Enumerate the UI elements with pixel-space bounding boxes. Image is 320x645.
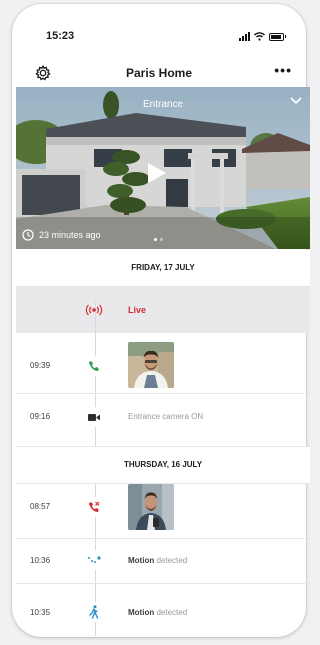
- day-header: FRIDAY, 17 JULY: [16, 250, 310, 287]
- event-row[interactable]: 08:57: [16, 484, 310, 532]
- event-type: Motion: [128, 608, 155, 617]
- event-type: Motion: [128, 556, 155, 565]
- visitor-snapshot[interactable]: [128, 484, 174, 530]
- row-divider: [16, 583, 310, 584]
- row-divider: [16, 538, 310, 539]
- last-activity: 23 minutes ago: [22, 229, 101, 241]
- event-row[interactable]: 09:39: [16, 340, 310, 390]
- phone-call-icon: [84, 356, 104, 376]
- live-label: Live: [128, 305, 147, 315]
- event-time: 08:57: [30, 502, 51, 511]
- missed-call-icon: [84, 497, 104, 517]
- carousel-dot: [160, 238, 163, 241]
- event-row[interactable]: 09:16 Entrance camera ON: [16, 405, 310, 429]
- home-title: Paris Home: [125, 66, 193, 80]
- event-time: 09:16: [30, 412, 51, 421]
- event-time: 10:36: [30, 556, 51, 565]
- event-text: Motion detected: [128, 556, 187, 565]
- wifi-icon: [254, 32, 265, 41]
- event-row[interactable]: 10:35 Motion detected: [16, 601, 310, 623]
- live-item[interactable]: Live: [16, 300, 310, 320]
- time-ago: 23 minutes ago: [39, 230, 101, 240]
- live-broadcast-icon: [84, 300, 104, 320]
- carousel-dots: [154, 238, 163, 241]
- video-camera-icon: [84, 407, 104, 427]
- camera-preview[interactable]: Entrance 23 minutes ago: [16, 87, 310, 249]
- event-time: 10:35: [30, 608, 51, 617]
- play-icon[interactable]: [146, 161, 168, 185]
- event-row[interactable]: 10:36 Motion detected: [16, 549, 310, 571]
- more-dots-icon[interactable]: •••: [274, 62, 292, 78]
- event-detail: detected: [156, 608, 188, 617]
- row-divider: [16, 393, 310, 394]
- event-text: Entrance camera ON: [128, 412, 204, 421]
- camera-name: Entrance: [142, 99, 184, 110]
- signal-icon: [239, 32, 250, 41]
- battery-icon: [269, 33, 286, 41]
- carousel-dot: [154, 238, 157, 241]
- status-icons: [239, 32, 286, 41]
- visitor-snapshot[interactable]: [128, 342, 174, 388]
- clock-icon: [22, 229, 34, 241]
- day-header: THURSDAY, 16 JULY: [16, 446, 310, 484]
- event-time: 09:39: [30, 361, 51, 370]
- walking-person-icon: [84, 602, 104, 622]
- status-bar: 15:23: [12, 4, 306, 52]
- motion-dots-icon: [84, 550, 104, 570]
- event-text: Motion detected: [128, 608, 187, 617]
- status-time: 15:23: [46, 30, 75, 42]
- chevron-down-icon[interactable]: [290, 97, 302, 105]
- event-detail: detected: [156, 556, 188, 565]
